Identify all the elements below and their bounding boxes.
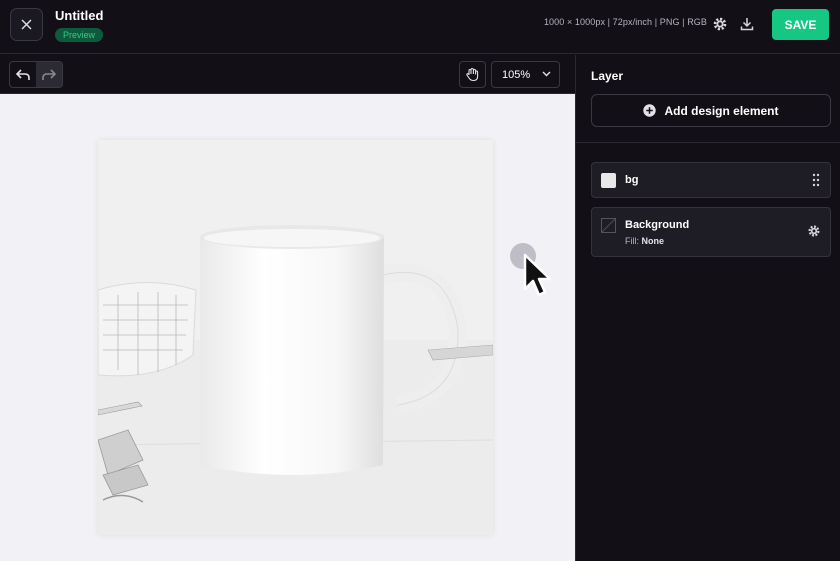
hand-icon — [466, 67, 479, 82]
editor-app: Untitled Preview 1000 × 1000px | 72px/in… — [0, 0, 840, 561]
save-button[interactable]: SAVE — [772, 9, 829, 40]
pan-tool-button[interactable] — [459, 61, 486, 88]
fill-label: Fill: — [625, 236, 642, 246]
zoom-select[interactable]: 105% — [491, 61, 560, 88]
preview-badge: Preview — [55, 28, 104, 42]
download-icon[interactable] — [739, 16, 755, 32]
add-design-element-label: Add design element — [664, 103, 779, 118]
panel-divider — [576, 142, 840, 143]
layer-item-bg[interactable]: bg — [591, 162, 831, 198]
document-meta: 1000 × 1000px | 72px/inch | PNG | RGB — [543, 17, 707, 27]
layer-thumbnail — [601, 173, 616, 188]
redo-button[interactable] — [36, 62, 62, 87]
redo-icon — [42, 68, 56, 80]
chevron-down-icon — [542, 71, 551, 77]
mug-photo — [98, 140, 493, 535]
artboard[interactable] — [98, 140, 493, 535]
gear-icon[interactable] — [712, 16, 728, 32]
layer-panel: Layer Add design element bg Background F… — [575, 55, 840, 561]
close-button[interactable] — [10, 8, 43, 41]
plus-circle-icon — [643, 104, 657, 117]
layer-name: bg — [625, 174, 639, 186]
layer-item-background[interactable]: Background Fill: None — [591, 207, 831, 257]
undo-button[interactable] — [10, 62, 36, 87]
top-bar: Untitled Preview 1000 × 1000px | 72px/in… — [0, 0, 840, 54]
history-controls — [9, 61, 63, 88]
canvas-area[interactable] — [0, 94, 575, 561]
layer-name: Background — [625, 219, 690, 231]
close-icon — [21, 19, 32, 30]
document-title[interactable]: Untitled — [55, 8, 103, 23]
canvas-toolbar: 105% — [0, 55, 575, 94]
cursor-icon — [523, 253, 552, 297]
empty-fill-icon — [601, 218, 616, 233]
drag-handle-icon[interactable] — [812, 173, 820, 187]
gear-icon[interactable] — [807, 224, 821, 238]
fill-info: Fill: None — [625, 236, 664, 246]
zoom-value: 105% — [502, 68, 531, 81]
fill-value: None — [641, 236, 665, 246]
add-design-element-button[interactable]: Add design element — [591, 94, 831, 127]
undo-icon — [16, 68, 30, 80]
panel-title: Layer — [591, 69, 624, 83]
